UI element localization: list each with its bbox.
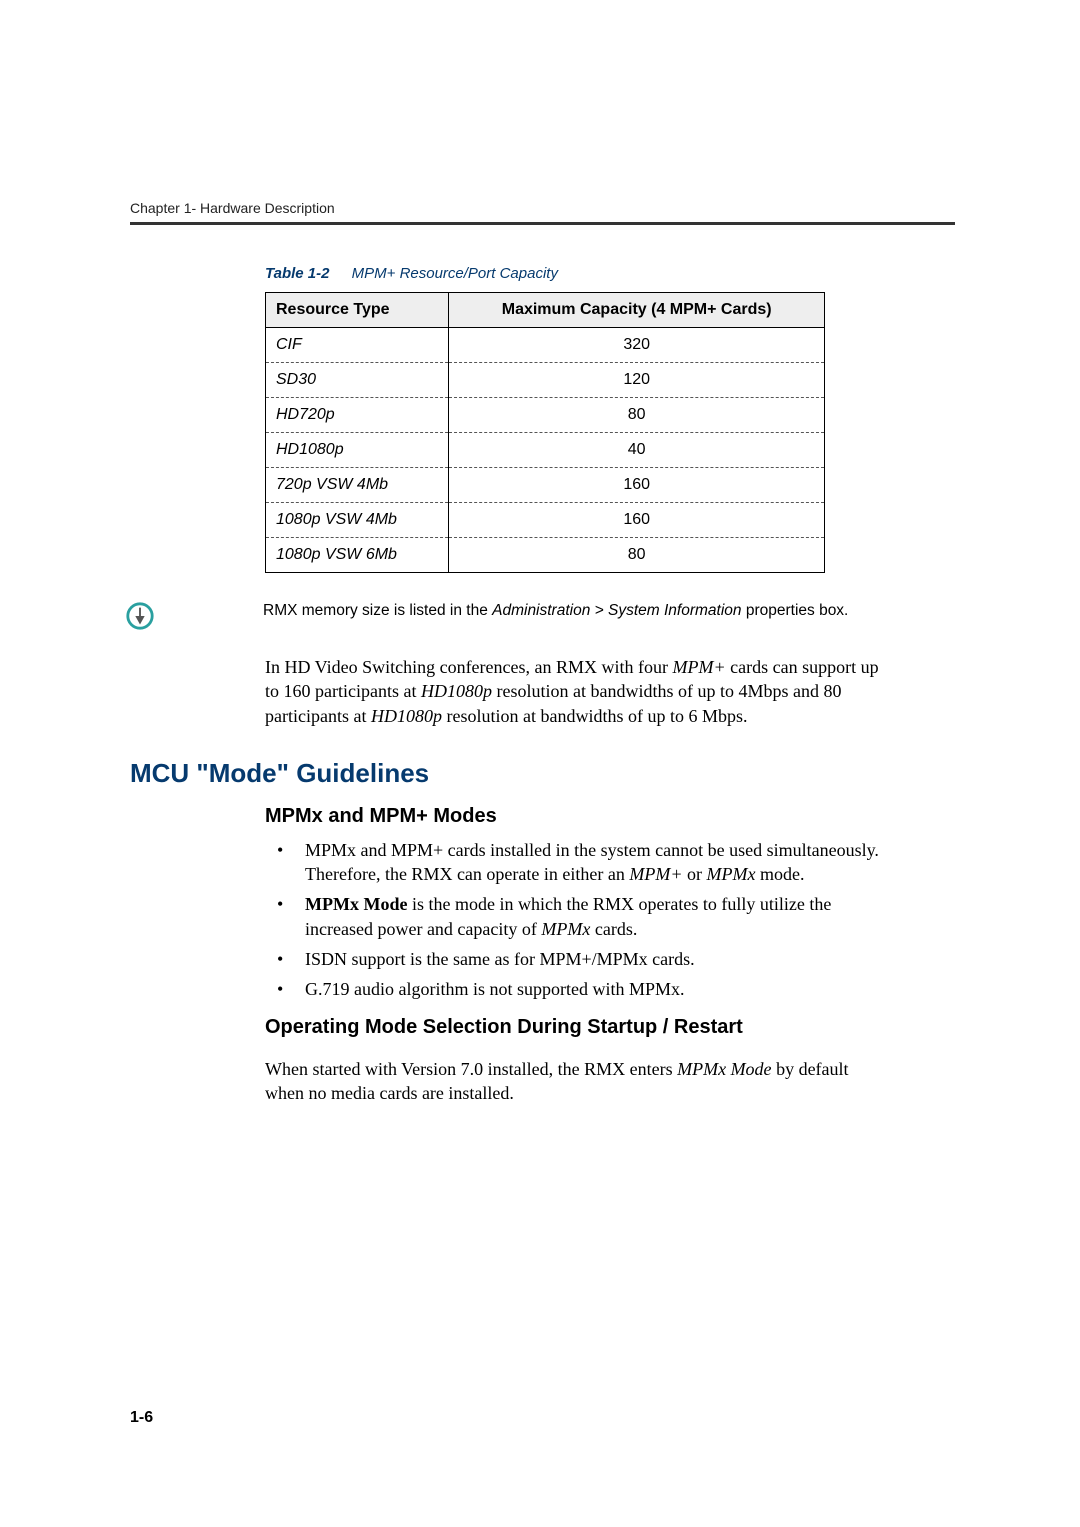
para-text: When started with Version 7.0 installed,…	[265, 1059, 677, 1079]
capacity-cell: 40	[449, 433, 825, 468]
resource-type-cell: 1080p VSW 4Mb	[266, 503, 449, 538]
list-text: cards.	[590, 919, 637, 939]
list-item: ISDN support is the same as for MPM+/MPM…	[293, 947, 893, 971]
table-header: Maximum Capacity (4 MPM+ Cards)	[449, 293, 825, 328]
body-block: In HD Video Switching conferences, an RM…	[265, 655, 955, 728]
note-callout: RMX memory size is listed in the Adminis…	[130, 601, 955, 631]
section-heading: MCU "Mode" Guidelines	[130, 758, 955, 789]
capacity-cell: 160	[449, 503, 825, 538]
list-text: MPMx Mode	[305, 894, 407, 914]
capacity-cell: 160	[449, 468, 825, 503]
table-row: SD30 120	[266, 363, 825, 398]
body-paragraph: In HD Video Switching conferences, an RM…	[265, 655, 885, 728]
para-text: MPM+	[673, 657, 726, 677]
resource-type-cell: SD30	[266, 363, 449, 398]
para-text: resolution at bandwidths of up to 6 Mbps…	[442, 706, 747, 726]
list-text: mode.	[755, 864, 804, 884]
body-paragraph: When started with Version 7.0 installed,…	[265, 1057, 885, 1106]
capacity-cell: 80	[449, 398, 825, 433]
table-row: 720p VSW 4Mb 160	[266, 468, 825, 503]
list-item: G.719 audio algorithm is not supported w…	[293, 977, 893, 1001]
subsection-heading: Operating Mode Selection During Startup …	[265, 1016, 955, 1039]
list-text: MPM+	[629, 864, 682, 884]
para-text: HD1080p	[371, 706, 442, 726]
list-item: MPMx and MPM+ cards installed in the sys…	[293, 838, 893, 887]
table-caption: Table 1-2 MPM+ Resource/Port Capacity	[265, 265, 955, 282]
note-mid: Administration > System Information	[492, 602, 741, 619]
table-row: 1080p VSW 4Mb 160	[266, 503, 825, 538]
capacity-cell: 320	[449, 328, 825, 363]
resource-type-cell: 1080p VSW 6Mb	[266, 538, 449, 573]
table-row: HD720p 80	[266, 398, 825, 433]
list-text: MPMx	[707, 864, 756, 884]
note-post: properties box.	[742, 602, 849, 619]
para-text: In HD Video Switching conferences, an RM…	[265, 657, 673, 677]
subsection-heading: MPMx and MPM+ Modes	[265, 805, 955, 828]
chapter-label: Chapter 1- Hardware Description	[130, 200, 955, 216]
top-rule	[130, 222, 955, 225]
capacity-cell: 80	[449, 538, 825, 573]
table-caption-label: Table 1-2	[265, 265, 329, 282]
content-block: Table 1-2 MPM+ Resource/Port Capacity Re…	[265, 265, 955, 573]
table-row: HD1080p 40	[266, 433, 825, 468]
table-caption-title: MPM+ Resource/Port Capacity	[352, 265, 558, 282]
capacity-table: Resource Type Maximum Capacity (4 MPM+ C…	[265, 292, 825, 573]
table-header-row: Resource Type Maximum Capacity (4 MPM+ C…	[266, 293, 825, 328]
list-text: or	[683, 864, 707, 884]
table-row: CIF 320	[266, 328, 825, 363]
resource-type-cell: HD1080p	[266, 433, 449, 468]
bullet-list: MPMx and MPM+ cards installed in the sys…	[265, 838, 893, 1002]
info-icon	[125, 601, 155, 631]
page-number: 1-6	[130, 1409, 153, 1427]
section-body: MPMx and MPM+ Modes MPMx and MPM+ cards …	[265, 805, 955, 1105]
table-row: 1080p VSW 6Mb 80	[266, 538, 825, 573]
list-text: MPMx	[541, 919, 590, 939]
note-pre: RMX memory size is listed in the	[263, 602, 492, 619]
page: Chapter 1- Hardware Description Table 1-…	[0, 0, 1080, 1527]
capacity-cell: 120	[449, 363, 825, 398]
note-text: RMX memory size is listed in the Adminis…	[263, 601, 848, 622]
resource-type-cell: CIF	[266, 328, 449, 363]
resource-type-cell: HD720p	[266, 398, 449, 433]
list-item: MPMx Mode is the mode in which the RMX o…	[293, 892, 893, 941]
table-header: Resource Type	[266, 293, 449, 328]
para-text: MPMx Mode	[677, 1059, 771, 1079]
resource-type-cell: 720p VSW 4Mb	[266, 468, 449, 503]
para-text: HD1080p	[421, 681, 492, 701]
